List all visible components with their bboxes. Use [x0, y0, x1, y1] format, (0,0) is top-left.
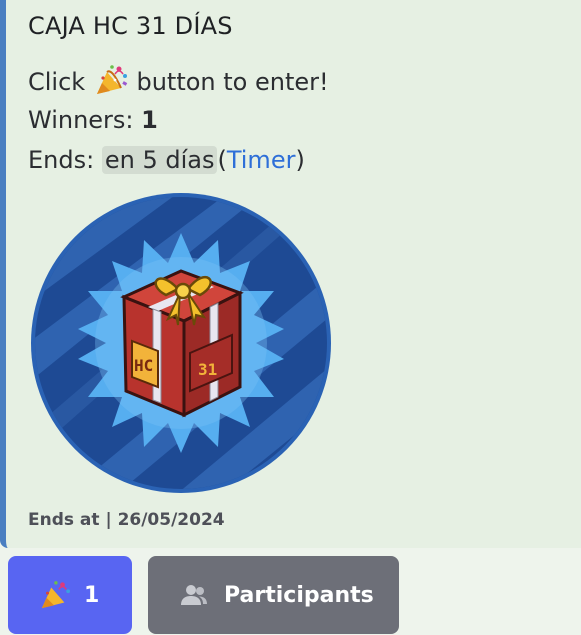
ends-label: Ends:: [28, 146, 95, 174]
box-label-hc: HC: [134, 356, 153, 375]
paren-close: ): [295, 146, 305, 174]
participants-label: Participants: [224, 582, 374, 608]
paren-open: (: [217, 146, 227, 174]
gift-box-badge-icon: HC 31: [31, 193, 331, 493]
giveaway-embed: CAJA HC 31 DÍAS Click button to enter! W…: [0, 0, 581, 548]
relative-timestamp[interactable]: en 5 días: [101, 146, 218, 174]
box-label-31: 31: [198, 360, 217, 379]
winners-line: Winners: 1: [28, 104, 158, 136]
winners-count: 1: [141, 106, 158, 134]
enter-giveaway-button[interactable]: 1: [8, 556, 132, 634]
users-icon: [181, 585, 207, 605]
party-popper-icon: [41, 581, 70, 609]
giveaway-image[interactable]: HC 31: [28, 193, 334, 493]
party-popper-icon: [96, 65, 128, 94]
click-instruction: Click button to enter!: [28, 64, 329, 98]
timer-link[interactable]: Timer: [227, 146, 296, 174]
click-suffix: button to enter!: [136, 68, 329, 96]
winners-label: Winners:: [28, 106, 134, 134]
click-prefix: Click: [28, 68, 86, 96]
ends-line: Ends: en 5 días (Timer): [28, 144, 305, 176]
participants-button[interactable]: Participants: [148, 556, 399, 634]
enter-count: 1: [84, 582, 100, 608]
embed-title: CAJA HC 31 DÍAS: [28, 12, 233, 40]
embed-footer: Ends at | 26/05/2024: [28, 510, 225, 530]
